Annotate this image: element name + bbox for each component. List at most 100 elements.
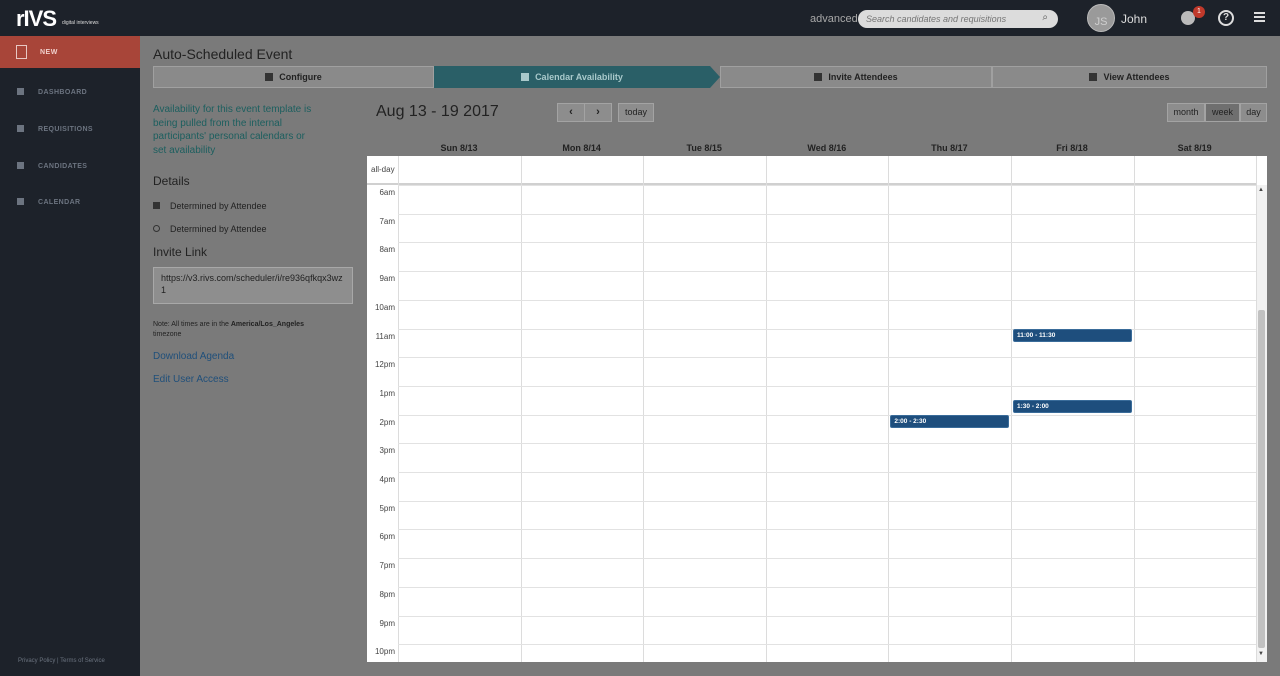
- notification-badge: 1: [1193, 6, 1205, 18]
- help-icon[interactable]: ?: [1218, 10, 1234, 26]
- search-box[interactable]: ⌕: [858, 10, 1058, 28]
- active-step-arrow: [710, 66, 720, 88]
- step-label: View Attendees: [1103, 72, 1170, 82]
- hour-gridline: [398, 644, 1256, 646]
- step-label: Calendar Availability: [535, 72, 623, 82]
- hour-label: 8pm: [379, 589, 395, 599]
- logo-text: rIVS: [16, 6, 57, 31]
- wrench-icon: [265, 73, 274, 81]
- avatar[interactable]: JS: [1087, 4, 1115, 32]
- calendar-grid[interactable]: all-day ▲ ▼ 6am 7am 8am 9am 10am 11am 12pm 1pm 2…: [367, 156, 1267, 662]
- day-header: Mon 8/14: [562, 143, 601, 153]
- top-bar: rIVS digital interviews advanced ⌕ JS Jo…: [0, 0, 1280, 36]
- hour-gridline: [398, 414, 1256, 416]
- hour-label: 10pm: [374, 647, 395, 657]
- hour-label: 10am: [374, 302, 395, 312]
- availability-note: Availability for this event template is …: [153, 104, 312, 156]
- edit-user-access-link[interactable]: Edit User Access: [153, 374, 229, 385]
- day-header: Wed 8/16: [807, 143, 847, 153]
- note-suffix: timezone: [153, 331, 182, 338]
- day-column-divider: [1256, 156, 1258, 662]
- username[interactable]: John: [1121, 12, 1147, 26]
- sidebar-item-calendar[interactable]: CALENDAR: [0, 193, 140, 213]
- note-timezone: America/Los_Angeles: [230, 321, 304, 328]
- hour-label: 11am: [375, 331, 395, 341]
- detail-text: Determined by Attendee: [170, 224, 267, 234]
- step-view-attendees[interactable]: View Attendees: [992, 66, 1267, 88]
- hour-label: 3pm: [379, 446, 395, 456]
- invite-link-title: Invite Link: [153, 245, 208, 259]
- hour-gridline: [398, 615, 1256, 617]
- next-week-button[interactable]: ›: [584, 103, 612, 122]
- invite-link-field[interactable]: https://v3.rivs.com/scheduler/i/re936qfk…: [153, 267, 353, 304]
- step-invite-attendees[interactable]: Invite Attendees: [720, 66, 992, 88]
- allday-row[interactable]: all-day: [367, 156, 1256, 185]
- hour-gridline: [398, 586, 1256, 588]
- calendar-scrollbar[interactable]: ▲ ▼: [1256, 185, 1267, 662]
- hour-label: 2pm: [379, 417, 395, 427]
- day-view-button[interactable]: day: [1240, 103, 1267, 122]
- search-icon[interactable]: ⌕: [1042, 12, 1048, 23]
- sidebar-item-label: DASHBOARD: [38, 89, 88, 96]
- footer-links[interactable]: Privacy Policy | Terms of Service: [18, 658, 105, 664]
- scroll-down-icon[interactable]: ▼: [1258, 651, 1264, 657]
- hour-gridline: [398, 213, 1256, 215]
- day-header: Sun 8/13: [440, 143, 478, 153]
- plus-icon: [814, 73, 823, 81]
- new-button[interactable]: NEW: [0, 36, 140, 68]
- week-view-button[interactable]: week: [1205, 103, 1240, 122]
- prev-week-button[interactable]: ‹: [557, 103, 585, 122]
- logo-subtitle: digital interviews: [62, 20, 99, 26]
- day-header: Sat 8/19: [1177, 143, 1212, 153]
- day-header: Thu 8/17: [931, 143, 968, 153]
- calendar-icon: [17, 198, 24, 205]
- hour-label: 7pm: [379, 561, 395, 571]
- step-label: Invite Attendees: [828, 72, 898, 82]
- new-document-icon: [16, 45, 27, 59]
- search-input[interactable]: [866, 12, 1036, 26]
- people-icon: [17, 162, 24, 169]
- calendar-event[interactable]: 11:00 - 11:30: [1013, 328, 1132, 342]
- sidebar-item-label: CANDIDATES: [38, 163, 88, 170]
- month-view-button[interactable]: month: [1167, 103, 1205, 122]
- day-header: Tue 8/15: [686, 143, 722, 153]
- step-label: Configure: [279, 72, 322, 82]
- details-title: Details: [153, 174, 190, 188]
- calendar-icon: [521, 73, 530, 81]
- hour-gridline: [398, 529, 1256, 531]
- scrollbar-thumb[interactable]: [1258, 310, 1265, 648]
- calendar-icon: [153, 202, 160, 209]
- hour-label: 6am: [379, 188, 395, 197]
- sidebar: NEW DASHBOARD REQUISITIONS CANDIDATES CA…: [0, 36, 140, 676]
- person-icon: [1089, 73, 1098, 81]
- rivs-logo[interactable]: rIVS digital interviews: [16, 6, 99, 32]
- hour-label: 12pm: [374, 360, 395, 370]
- download-agenda-link[interactable]: Download Agenda: [153, 351, 234, 362]
- timezone-note: Note: All times are in the America/Los_A…: [153, 320, 333, 340]
- page-title: Auto-Scheduled Event: [153, 46, 293, 62]
- hour-label: 4pm: [379, 475, 395, 484]
- hour-gridline: [398, 385, 1256, 387]
- hour-label: 5pm: [379, 503, 395, 513]
- detail-time: Determined by Attendee: [153, 224, 267, 234]
- calendar-event[interactable]: 1:30 - 2:00: [1013, 400, 1132, 414]
- today-button[interactable]: today: [618, 103, 654, 122]
- sidebar-item-candidates[interactable]: CANDIDATES: [0, 157, 140, 177]
- hour-gridline: [398, 443, 1256, 445]
- step-configure[interactable]: Configure: [153, 66, 434, 88]
- allday-label: all-day: [371, 165, 395, 174]
- hour-gridline: [398, 500, 1256, 502]
- hamburger-menu-icon[interactable]: [1254, 12, 1265, 24]
- hour-label: 6pm: [379, 532, 395, 542]
- advanced-search-link[interactable]: advanced: [810, 13, 858, 25]
- sidebar-item-label: CALENDAR: [38, 199, 81, 206]
- hour-label: 7am: [379, 216, 395, 226]
- calendar-event[interactable]: 2:00 - 2:30: [890, 414, 1009, 428]
- scroll-up-icon[interactable]: ▲: [1258, 187, 1264, 193]
- step-calendar-availability[interactable]: Calendar Availability: [434, 66, 710, 88]
- bar-chart-icon: [17, 88, 24, 95]
- hour-label: 9pm: [379, 618, 395, 628]
- hour-gridline: [398, 299, 1256, 301]
- sidebar-item-dashboard[interactable]: DASHBOARD: [0, 83, 140, 103]
- sidebar-item-requisitions[interactable]: REQUISITIONS: [0, 120, 140, 140]
